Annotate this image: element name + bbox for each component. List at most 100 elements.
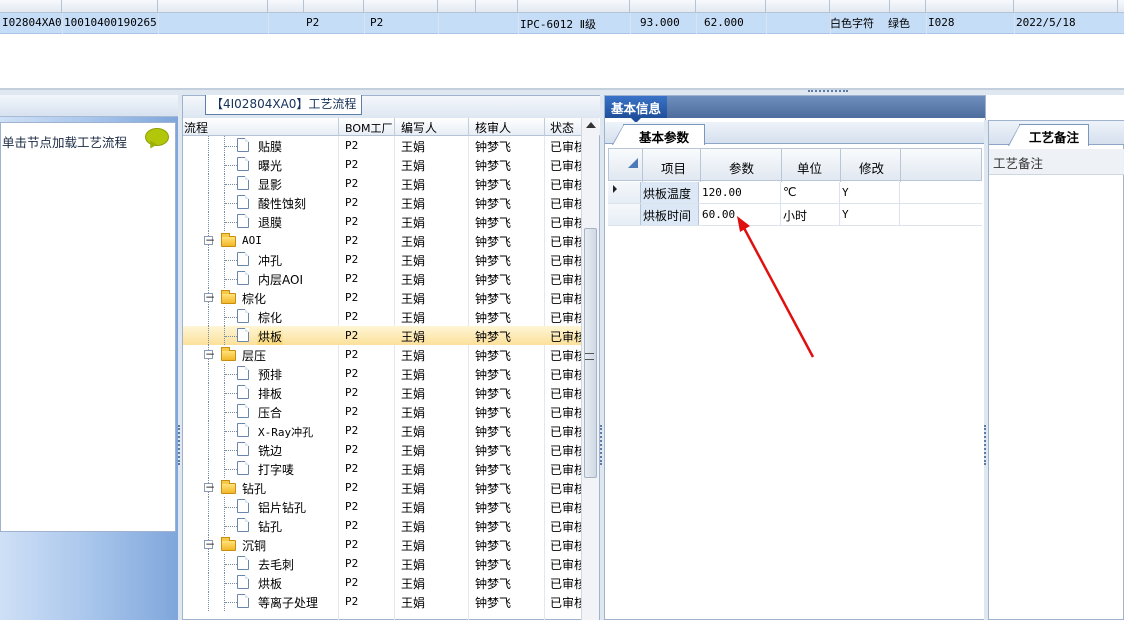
reviewer-cell: 钟梦飞 xyxy=(475,558,512,572)
tree-connector xyxy=(208,516,209,535)
bom-cell: P2 xyxy=(345,158,359,171)
tree-node-row[interactable]: 贴膜 P2 王娟 钟梦飞 已审核 xyxy=(183,136,581,155)
document-icon xyxy=(237,214,249,228)
tree-folder-row[interactable]: − 层压 P2 王娟 钟梦飞 已审核 xyxy=(183,345,581,364)
reviewer-cell: 钟梦飞 xyxy=(475,539,512,553)
tree-node-row[interactable]: 铝片钻孔 P2 王娟 钟梦飞 已审核 xyxy=(183,497,581,516)
status-cell: 已审核 xyxy=(550,292,581,306)
status-cell: 已审核 xyxy=(550,159,581,173)
tree-node-label: 显影 xyxy=(258,178,283,192)
tree-node-row[interactable]: 内层AOI P2 王娟 钟梦飞 已审核 xyxy=(183,269,581,288)
reviewer-cell: 钟梦飞 xyxy=(475,463,512,477)
tab-basic-params[interactable]: 基本参数 xyxy=(612,124,705,145)
status-cell: 已审核 xyxy=(550,368,581,382)
document-icon xyxy=(237,252,249,266)
tree-node-row[interactable]: 排板 P2 王娟 钟梦飞 已审核 xyxy=(183,383,581,402)
param-row[interactable]: 烘板温度 120.00 ℃ Y xyxy=(608,182,982,204)
tree-node-row[interactable]: 棕化 P2 王娟 钟梦飞 已审核 xyxy=(183,307,581,326)
reviewer-cell: 钟梦飞 xyxy=(475,254,512,268)
tree-node-row[interactable]: 等离子处理 P2 王娟 钟梦飞 已审核 xyxy=(183,592,581,611)
top-grid-selected-row[interactable]: I02804XA0 10010400190265 P2 P2 IPC-6012 … xyxy=(0,13,1124,34)
document-icon xyxy=(237,366,249,380)
cell-v2: 62.000 xyxy=(704,16,744,29)
folder-icon xyxy=(221,537,236,551)
left-panel-content[interactable]: 单击节点加载工艺流程 xyxy=(0,122,176,532)
tree-folder-row[interactable]: − AOI P2 王娟 钟梦飞 已审核 xyxy=(183,231,581,250)
col-status[interactable]: 状态 xyxy=(550,119,574,136)
tree-node-row[interactable]: X-Ray冲孔 P2 王娟 钟梦飞 已审核 xyxy=(183,421,581,440)
reviewer-cell: 钟梦飞 xyxy=(475,235,512,249)
bom-cell: P2 xyxy=(345,557,359,570)
param-row[interactable]: 烘板时间 60.00 小时 Y xyxy=(608,204,982,226)
tab-process-remark[interactable]: 工艺备注 xyxy=(1008,124,1089,146)
tree-node-row[interactable]: 压合 P2 王娟 钟梦飞 已审核 xyxy=(183,402,581,421)
tree-node-row[interactable]: 酸性蚀刻 P2 王娟 钟梦飞 已审核 xyxy=(183,193,581,212)
col-flow[interactable]: 流程 xyxy=(184,119,208,136)
col-modify[interactable]: 修改 xyxy=(859,158,884,177)
tree-folder-row[interactable]: − 钻孔 P2 王娟 钟梦飞 已审核 xyxy=(183,478,581,497)
scroll-up-icon[interactable] xyxy=(586,122,596,128)
collapse-icon[interactable]: − xyxy=(204,481,215,493)
collapse-icon[interactable]: − xyxy=(204,538,215,550)
tree-node-row[interactable]: 去毛刺 P2 王娟 钟梦飞 已审核 xyxy=(183,554,581,573)
col-writer[interactable]: 编写人 xyxy=(401,119,437,136)
tab-basic-info[interactable]: 基本信息 xyxy=(605,96,668,123)
tree-node-row[interactable]: 钻孔 P2 王娟 钟梦飞 已审核 xyxy=(183,516,581,535)
status-cell: 已审核 xyxy=(550,254,581,268)
tree-node-row[interactable]: 冲孔 P2 王娟 钟梦飞 已审核 xyxy=(183,250,581,269)
folder-icon xyxy=(221,290,236,304)
tree-node-row[interactable]: 铣边 P2 王娟 钟梦飞 已审核 xyxy=(183,440,581,459)
tree-node-label: 钻孔 xyxy=(242,482,267,496)
tree-scrollbar[interactable] xyxy=(581,118,599,620)
param-value[interactable]: 60.00 xyxy=(702,208,735,221)
col-unit[interactable]: 单位 xyxy=(797,158,822,177)
tree-folder-row[interactable]: − 沉铜 P2 王娟 钟梦飞 已审核 xyxy=(183,535,581,554)
writer-cell: 王娟 xyxy=(401,387,426,401)
tree-node-label: 钻孔 xyxy=(258,520,283,534)
tree-node-row[interactable]: 退膜 P2 王娟 钟梦飞 已审核 xyxy=(183,212,581,231)
bom-cell: P2 xyxy=(345,443,359,456)
reviewer-cell: 钟梦飞 xyxy=(475,197,512,211)
writer-cell: 王娟 xyxy=(401,596,426,610)
tree-node-label: AOI xyxy=(242,234,262,247)
tree-node-row[interactable]: 显影 P2 王娟 钟梦飞 已审核 xyxy=(183,174,581,193)
bom-cell: P2 xyxy=(345,538,359,551)
status-cell: 已审核 xyxy=(550,539,581,553)
tree-node-row[interactable]: 打字唛 P2 王娟 钟梦飞 已审核 xyxy=(183,459,581,478)
document-icon xyxy=(237,385,249,399)
tree-node-row[interactable]: 预排 P2 王娟 钟梦飞 已审核 xyxy=(183,364,581,383)
document-icon xyxy=(237,176,249,190)
reviewer-cell: 钟梦飞 xyxy=(475,482,512,496)
param-unit: 小时 xyxy=(783,209,808,223)
param-value[interactable]: 120.00 xyxy=(702,186,742,199)
col-item[interactable]: 项目 xyxy=(661,158,686,177)
tree-node-row[interactable]: 烘板 P2 王娟 钟梦飞 已审核 xyxy=(183,573,581,592)
col-reviewer[interactable]: 核审人 xyxy=(475,119,511,136)
tree-connector xyxy=(208,592,209,611)
status-cell: 已审核 xyxy=(550,311,581,325)
tree-node-row[interactable]: 曝光 P2 王娟 钟梦飞 已审核 xyxy=(183,155,581,174)
collapse-icon[interactable]: − xyxy=(204,234,215,246)
bom-cell: P2 xyxy=(345,215,359,228)
bom-cell: P2 xyxy=(345,177,359,190)
collapse-icon[interactable]: − xyxy=(204,348,215,360)
bom-cell: P2 xyxy=(345,310,359,323)
tree-connector xyxy=(208,554,209,573)
bom-cell: P2 xyxy=(345,234,359,247)
cell-v1: 93.000 xyxy=(640,16,680,29)
collapse-icon[interactable]: − xyxy=(204,291,215,303)
param-modify: Y xyxy=(842,186,849,199)
col-param[interactable]: 参数 xyxy=(729,158,754,177)
document-icon xyxy=(237,138,249,152)
tree-node-row[interactable]: 烘板 P2 王娟 钟梦飞 已审核 xyxy=(183,326,581,345)
tree-folder-row[interactable]: − 棕化 P2 王娟 钟梦飞 已审核 xyxy=(183,288,581,307)
col-bom[interactable]: BOM工厂 xyxy=(345,120,393,136)
document-icon xyxy=(237,575,249,589)
param-unit: ℃ xyxy=(783,185,797,199)
status-cell: 已审核 xyxy=(550,235,581,249)
tree-node-label: 排板 xyxy=(258,387,283,401)
process-flow-tree[interactable]: 贴膜 P2 王娟 钟梦飞 已审核 曝光 P2 王娟 钟梦飞 已审核 显影 P2 王娟 钟梦飞 已审核 酸性蚀刻… xyxy=(183,136,581,620)
tree-node-label: 内层AOI xyxy=(258,273,303,287)
reviewer-cell: 钟梦飞 xyxy=(475,330,512,344)
folder-icon xyxy=(221,480,236,494)
